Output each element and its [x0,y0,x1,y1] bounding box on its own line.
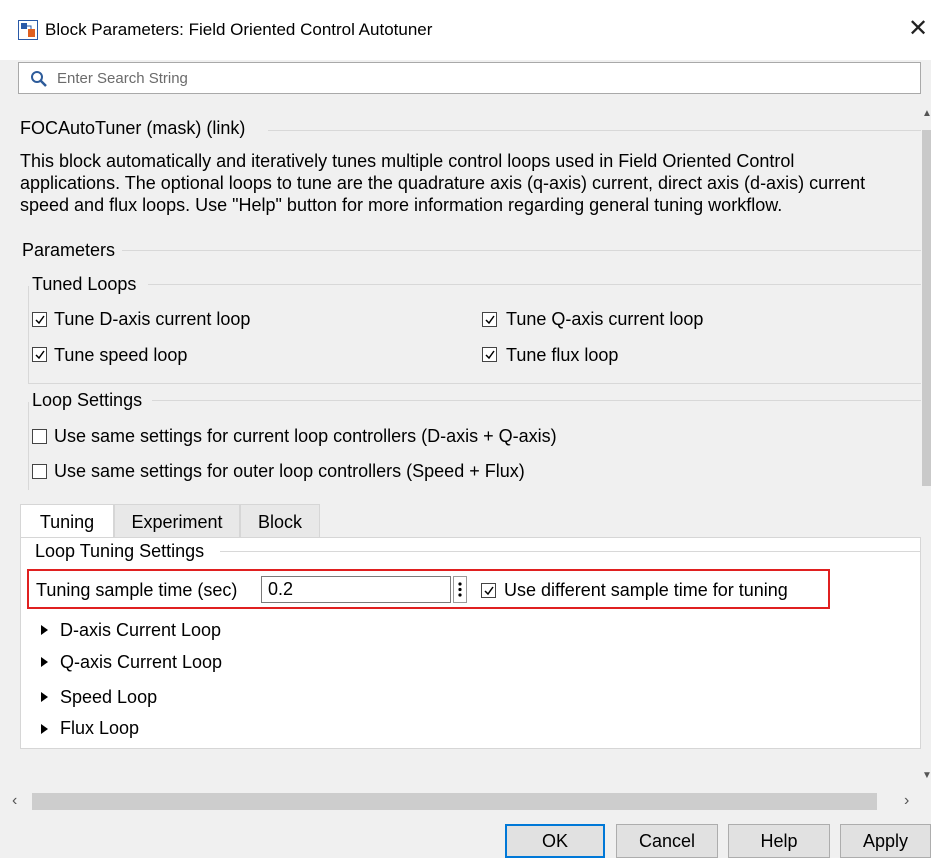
description-line: applications. The optional loops to tune… [20,173,866,193]
sample-time-input[interactable] [262,577,450,602]
mask-title: FOCAutoTuner (mask) (link) [20,118,246,138]
description-line: This block automatically and iteratively… [20,151,795,171]
divider [220,551,920,552]
ok-button[interactable]: OK [505,824,605,858]
loop-label: Flux Loop [60,718,140,738]
tune-speed-checkbox[interactable] [32,347,47,362]
same-outer-settings-checkbox[interactable] [32,464,47,479]
tune-d-axis-checkbox[interactable] [32,312,47,327]
tab-label: Block [257,512,302,532]
loop-label: D-axis Current Loop [60,620,222,640]
search-icon [31,71,47,87]
divider [28,383,921,384]
scroll-down-icon[interactable]: ▼ [922,770,931,781]
tab-label: Tuning [39,512,95,532]
expand-arrow-icon [41,724,48,734]
more-options-button[interactable] [453,576,467,603]
cancel-button[interactable]: Cancel [616,824,718,858]
expand-arrow-icon [41,657,48,667]
window-title: Block Parameters: Field Oriented Control… [45,20,433,39]
same-current-settings-label: Use same settings for current loop contr… [54,426,557,446]
loop-settings-label: Loop Settings [32,390,143,410]
vertical-scrollbar-thumb[interactable] [922,130,931,486]
tab-tuning[interactable]: Tuning [20,504,114,538]
close-button[interactable]: ✕ [905,14,931,44]
tune-q-axis-checkbox[interactable] [482,312,497,327]
same-current-settings-checkbox[interactable] [32,429,47,444]
tune-flux-checkbox[interactable] [482,347,497,362]
sample-time-label: Tuning sample time (sec) [36,580,238,600]
divider [28,402,29,490]
scroll-up-icon[interactable]: ▲ [922,108,931,119]
horizontal-scrollbar-thumb[interactable] [32,793,877,810]
tab-block[interactable]: Block [240,504,320,538]
loop-tuning-settings-label: Loop Tuning Settings [35,541,205,561]
sample-time-field[interactable] [261,576,451,603]
divider [122,250,921,251]
kebab-menu-icon [458,582,462,597]
use-different-sample-time-checkbox[interactable] [481,583,496,598]
simulink-block-icon [18,20,38,40]
close-icon: ✕ [907,15,929,42]
tune-speed-label: Tune speed loop [54,345,188,365]
divider [28,286,29,384]
divider [148,284,921,285]
description-line: speed and flux loops. Use "Help" button … [20,195,783,215]
block-description: This block automatically and iteratively… [20,150,921,216]
divider [268,130,921,131]
tab-label: Experiment [131,512,223,532]
loop-label: Q-axis Current Loop [60,652,223,672]
parameters-label: Parameters [22,240,116,260]
tune-d-axis-label: Tune D-axis current loop [54,309,251,329]
tuned-loops-label: Tuned Loops [32,274,137,294]
search-box[interactable] [18,62,921,94]
title-bar: Block Parameters: Field Oriented Control… [0,0,931,60]
use-different-sample-time-label: Use different sample time for tuning [504,580,788,600]
expand-arrow-icon [41,625,48,635]
loop-label: Speed Loop [60,687,158,707]
scroll-left-icon[interactable]: ‹ [12,792,17,810]
expand-arrow-icon [41,692,48,702]
tune-q-axis-label: Tune Q-axis current loop [506,309,704,329]
help-button[interactable]: Help [728,824,830,858]
tune-flux-label: Tune flux loop [506,345,619,365]
divider [152,400,921,401]
same-outer-settings-label: Use same settings for outer loop control… [54,461,525,481]
apply-button[interactable]: Apply [840,824,931,858]
search-input[interactable] [55,66,905,90]
scroll-right-icon[interactable]: › [904,792,909,810]
tab-experiment[interactable]: Experiment [114,504,240,538]
